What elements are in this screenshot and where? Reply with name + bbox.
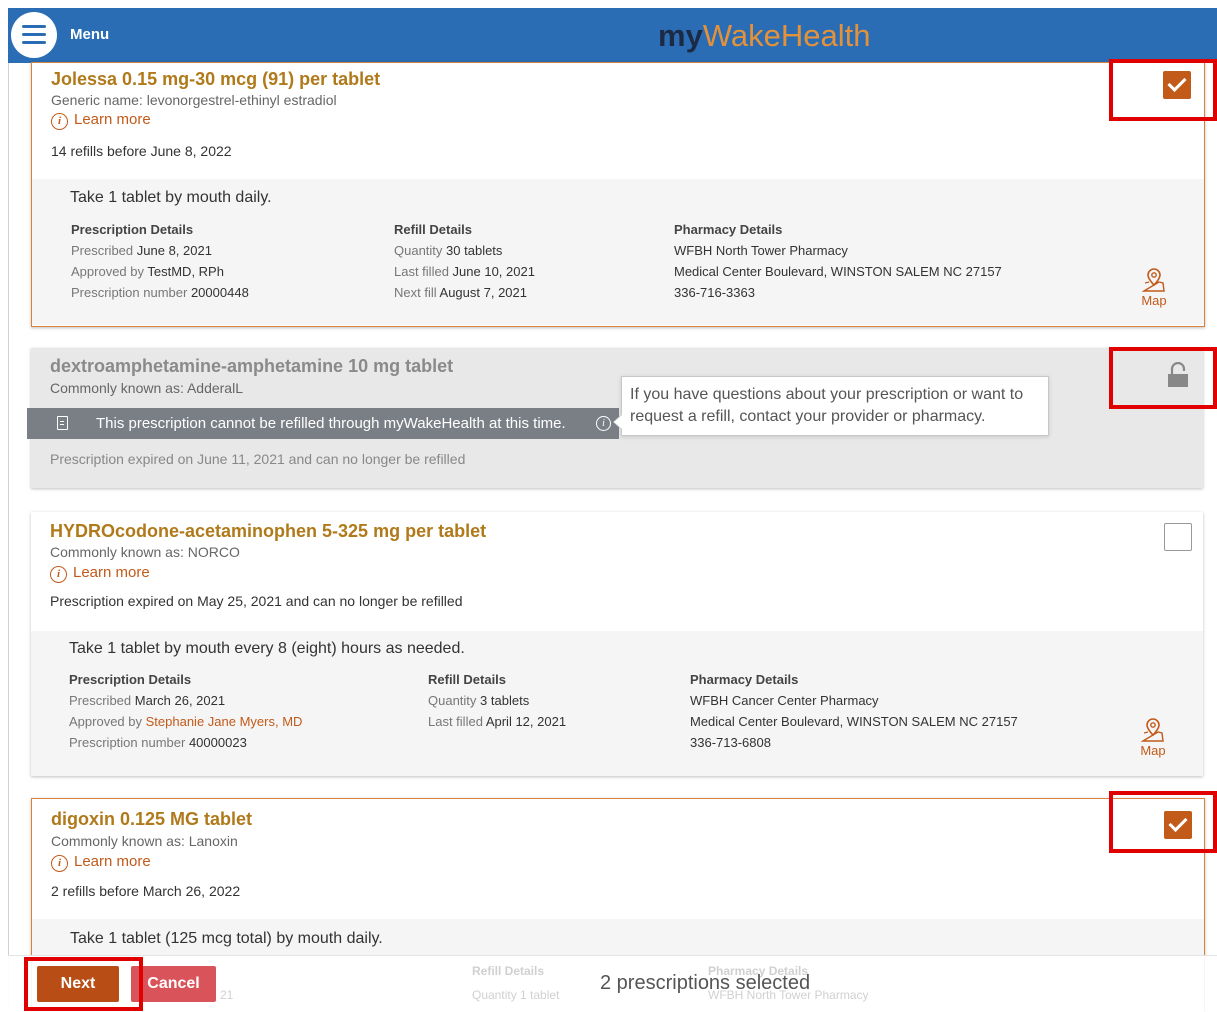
medication-name: Jolessa 0.15 mg-30 mcg (91) per tablet [51,69,381,89]
refill-details: Refill Details Quantity 30 tablets Last … [394,222,535,300]
medication-common-name: Commonly known as: NORCO [50,544,240,560]
map-icon [1142,268,1165,292]
pharmacy-details: Pharmacy Details WFBH North Tower Pharma… [674,222,1002,300]
info-icon: i [50,566,67,583]
medication-common-name: Commonly known as: Lanoxin [51,833,238,849]
refill-status: 2 refills before March 26, 2022 [51,883,241,899]
medication-name: dextroamphetamine-amphetamine 10 mg tabl… [50,356,454,376]
hamburger-icon [22,25,46,45]
info-icon: i [51,113,68,130]
pharmacy-details: Pharmacy Details WFBH Cancer Center Phar… [690,672,1018,750]
refill-status: 14 refills before June 8, 2022 [51,143,232,159]
ghost-date-fragment: 21 [220,988,234,1002]
top-bar: Menu myWakeHealth [8,8,1217,63]
prescription-details: Prescription Details Prescribed June 8, … [71,222,249,300]
sig-instructions: Take 1 tablet (125 mcg total) by mouth d… [70,930,383,947]
refill-details: Refill Details Quantity 3 tablets Last f… [428,672,567,729]
highlight-box [24,957,143,1011]
medication-card: Jolessa 0.15 mg-30 mcg (91) per tablet G… [31,62,1205,327]
ghost-refill-header: Refill Details [472,964,545,978]
map-button[interactable]: Map [1133,717,1173,758]
medication-common-name: Commonly known as: AdderalL [50,380,243,396]
medication-generic-name: Generic name: levonorgestrel-ethinyl est… [51,92,337,108]
sig-instructions: Take 1 tablet by mouth daily. [70,189,272,206]
not-refillable-banner: This prescription cannot be refilled thr… [27,408,619,439]
medication-name: HYDROcodone-acetaminophen 5-325 mg per t… [50,521,487,541]
map-icon [1141,718,1164,742]
ghost-quantity: Quantity 1 tablet [472,988,560,1002]
highlight-box [1109,791,1217,853]
prescription-details: Prescription Details Prescribed March 26… [69,672,303,750]
document-icon [57,416,68,430]
sig-instructions: Take 1 tablet by mouth every 8 (eight) h… [69,640,465,657]
learn-more-link[interactable]: i Learn more [50,564,150,583]
expired-status: Prescription expired on May 25, 2021 and… [50,593,463,609]
map-button[interactable]: Map [1134,267,1174,308]
expired-status: Prescription expired on June 11, 2021 an… [50,451,466,467]
menu-label[interactable]: Menu [70,26,109,43]
prescriber-link[interactable]: Stephanie Jane Myers, MD [146,714,303,729]
info-icon: i [51,855,68,872]
learn-more-link[interactable]: i Learn more [51,111,151,130]
highlight-box [1109,59,1217,121]
cancel-button[interactable]: Cancel [131,966,216,1002]
prescription-details-panel: Take 1 tablet by mouth every 8 (eight) h… [31,631,1203,776]
refill-tooltip: If you have questions about your prescri… [613,376,1049,436]
medication-name: digoxin 0.125 MG tablet [51,809,253,829]
selection-count: 2 prescriptions selected [600,972,811,994]
prescription-details-panel: Take 1 tablet by mouth daily. Prescripti… [32,179,1204,325]
action-footer: Refill Details Pharmacy Details Quantity… [8,955,1217,1012]
brand-logo: myWakeHealth [658,18,871,53]
info-icon[interactable]: i [596,416,611,431]
select-checkbox-hydrocodone[interactable] [1164,523,1192,551]
learn-more-link[interactable]: i Learn more [51,853,151,872]
medication-card: HYDROcodone-acetaminophen 5-325 mg per t… [31,512,1203,776]
menu-button[interactable] [11,12,57,58]
highlight-box [1109,347,1217,409]
